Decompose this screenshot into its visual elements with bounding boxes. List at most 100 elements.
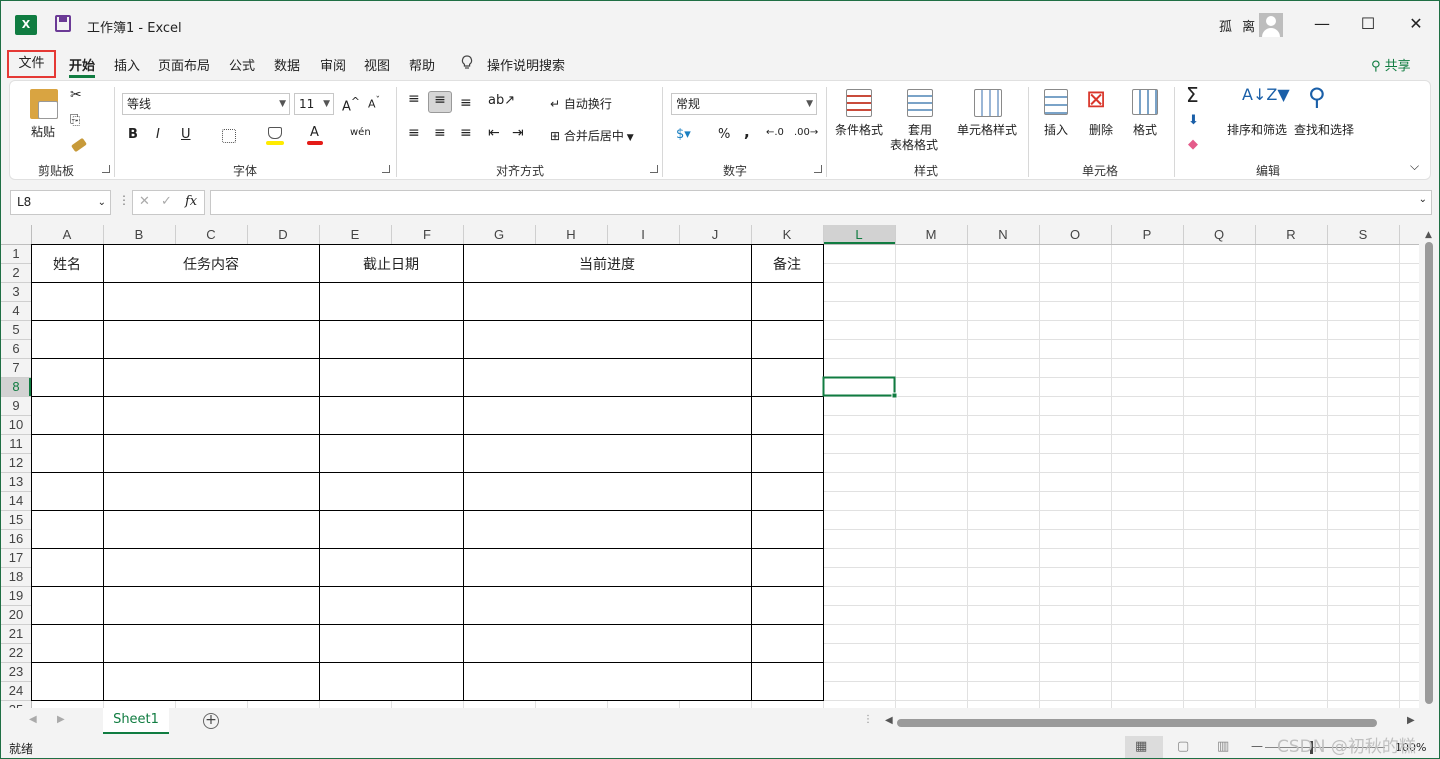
worksheet-grid[interactable]: A B C D E F G H I J K L M N O P Q R S 1 2 3 4 5 6 7 8 9 10 11 12 13 14 15…: [1, 225, 1439, 708]
table-header-cell[interactable]: 任务内容: [183, 256, 239, 273]
row-header-4[interactable]: 4: [12, 303, 19, 318]
scroll-left-icon[interactable]: ◀: [885, 715, 893, 726]
paste-button[interactable]: 粘贴: [31, 123, 55, 140]
tab-home[interactable]: 开始: [69, 55, 96, 78]
autosum-icon[interactable]: Σ: [1186, 83, 1199, 107]
clear-icon[interactable]: ◆: [1188, 137, 1198, 152]
increase-indent-icon[interactable]: ⇥: [512, 125, 524, 141]
share-button[interactable]: ⚲ 共享: [1371, 55, 1411, 74]
font-size-select[interactable]: 11 ▼: [294, 93, 334, 115]
decrease-decimal-icon[interactable]: .00→: [794, 127, 818, 138]
column-header-c[interactable]: C: [206, 227, 215, 242]
column-header-l[interactable]: L: [855, 227, 862, 242]
find-select-button[interactable]: 查找和选择: [1294, 121, 1354, 138]
row-header-24[interactable]: 24: [9, 683, 23, 698]
insert-cells-button[interactable]: 插入: [1044, 121, 1068, 138]
column-header-q[interactable]: Q: [1214, 227, 1224, 242]
phonetic-icon[interactable]: wén: [350, 127, 371, 138]
page-layout-view-icon[interactable]: ▢: [1177, 739, 1189, 754]
row-header-2[interactable]: 2: [12, 265, 19, 280]
selected-cell[interactable]: [822, 376, 896, 397]
maximize-button[interactable]: ☐: [1353, 11, 1383, 37]
row-header-12[interactable]: 12: [9, 455, 23, 470]
scroll-up-icon[interactable]: ▲: [1425, 230, 1432, 240]
formula-input[interactable]: ⌄: [210, 190, 1432, 215]
minimize-button[interactable]: —: [1307, 11, 1337, 37]
tab-formulas[interactable]: 公式: [229, 55, 255, 74]
sheet-tab-sheet1[interactable]: Sheet1: [103, 708, 169, 734]
row-header-11[interactable]: 11: [9, 436, 23, 451]
align-middle-icon[interactable]: ≡: [428, 91, 452, 113]
column-header-f[interactable]: F: [423, 227, 431, 242]
column-header-e[interactable]: E: [351, 227, 360, 242]
cell-styles-button[interactable]: 单元格样式: [957, 121, 1017, 138]
column-header-a[interactable]: A: [63, 227, 72, 242]
row-header-18[interactable]: 18: [9, 569, 23, 584]
grid-canvas[interactable]: A B C D E F G H I J K L M N O P Q R S123456789101112131415…: [1, 225, 1439, 708]
percent-button[interactable]: %: [718, 127, 730, 142]
border-icon[interactable]: [222, 129, 236, 143]
row-header-3[interactable]: 3: [12, 284, 19, 299]
conditional-format-button[interactable]: 条件格式: [835, 121, 883, 138]
horizontal-scrollbar[interactable]: [897, 719, 1377, 727]
column-header-m[interactable]: M: [926, 227, 937, 242]
tab-insert[interactable]: 插入: [114, 55, 140, 74]
row-header-17[interactable]: 17: [9, 550, 23, 565]
column-header-o[interactable]: O: [1070, 227, 1080, 242]
row-header-6[interactable]: 6: [12, 341, 19, 356]
align-bottom-icon[interactable]: ≡: [460, 95, 472, 111]
font-color-icon[interactable]: A: [310, 125, 319, 140]
column-header-n[interactable]: N: [998, 227, 1007, 242]
tell-me-search[interactable]: 操作说明搜索: [487, 55, 565, 74]
copy-icon[interactable]: ⎘: [70, 113, 80, 128]
font-name-select[interactable]: 等线 ▼: [122, 93, 290, 115]
enter-icon[interactable]: ✓: [161, 194, 172, 209]
row-header-8[interactable]: 8: [12, 379, 19, 394]
row-header-19[interactable]: 19: [9, 588, 23, 603]
bold-button[interactable]: B: [128, 127, 138, 142]
merge-center-button[interactable]: ⊞ 合并后居中 ▼: [550, 127, 634, 144]
column-header-s[interactable]: S: [1359, 227, 1368, 242]
row-header-15[interactable]: 15: [9, 512, 23, 527]
column-header-d[interactable]: D: [278, 227, 287, 242]
align-center-icon[interactable]: ≡: [434, 125, 446, 141]
user-name[interactable]: 孤 离: [1219, 16, 1258, 35]
fill-icon[interactable]: ⬇: [1188, 113, 1199, 128]
table-header-cell[interactable]: 姓名: [53, 257, 81, 273]
column-header-g[interactable]: G: [494, 227, 504, 242]
clipboard-launcher-icon[interactable]: [102, 165, 110, 173]
save-icon[interactable]: [55, 15, 71, 32]
sort-filter-button[interactable]: 排序和筛选: [1227, 121, 1287, 138]
grow-font-icon[interactable]: A^: [342, 95, 360, 114]
number-format-select[interactable]: 常规 ▼: [671, 93, 817, 115]
decrease-indent-icon[interactable]: ⇤: [488, 125, 500, 141]
row-header-1[interactable]: 1: [12, 246, 19, 261]
wrap-text-button[interactable]: ↵ 自动换行: [550, 95, 612, 112]
zoom-out-icon[interactable]: —: [1251, 739, 1263, 753]
table-header-cell[interactable]: 截止日期: [363, 257, 419, 273]
delete-cells-button[interactable]: 删除: [1089, 121, 1113, 138]
tab-help[interactable]: 帮助: [409, 55, 435, 74]
currency-icon[interactable]: $▾: [676, 127, 691, 142]
prev-sheet-icon[interactable]: ◀: [29, 714, 37, 725]
orientation-icon[interactable]: ab↗: [488, 93, 515, 108]
insert-function-icon[interactable]: fx: [185, 194, 197, 209]
column-header-p[interactable]: P: [1143, 227, 1152, 242]
table-header-cell[interactable]: 当前进度: [579, 256, 635, 273]
cancel-icon[interactable]: ✕: [139, 194, 150, 209]
increase-decimal-icon[interactable]: ←.0: [766, 127, 784, 138]
comma-button[interactable]: ,: [744, 123, 750, 141]
column-header-k[interactable]: K: [783, 227, 792, 242]
tab-page-layout[interactable]: 页面布局: [158, 55, 210, 74]
column-header-j[interactable]: J: [712, 227, 719, 242]
page-break-view-icon[interactable]: ▥: [1217, 739, 1229, 754]
align-left-icon[interactable]: ≡: [408, 125, 420, 141]
alignment-launcher-icon[interactable]: [650, 165, 658, 173]
tab-view[interactable]: 视图: [364, 55, 390, 74]
font-launcher-icon[interactable]: [382, 165, 390, 173]
row-header-16[interactable]: 16: [9, 531, 23, 546]
align-right-icon[interactable]: ≡: [460, 125, 472, 141]
tab-data[interactable]: 数据: [274, 55, 300, 74]
italic-button[interactable]: I: [156, 127, 160, 142]
column-header-b[interactable]: B: [135, 227, 144, 242]
